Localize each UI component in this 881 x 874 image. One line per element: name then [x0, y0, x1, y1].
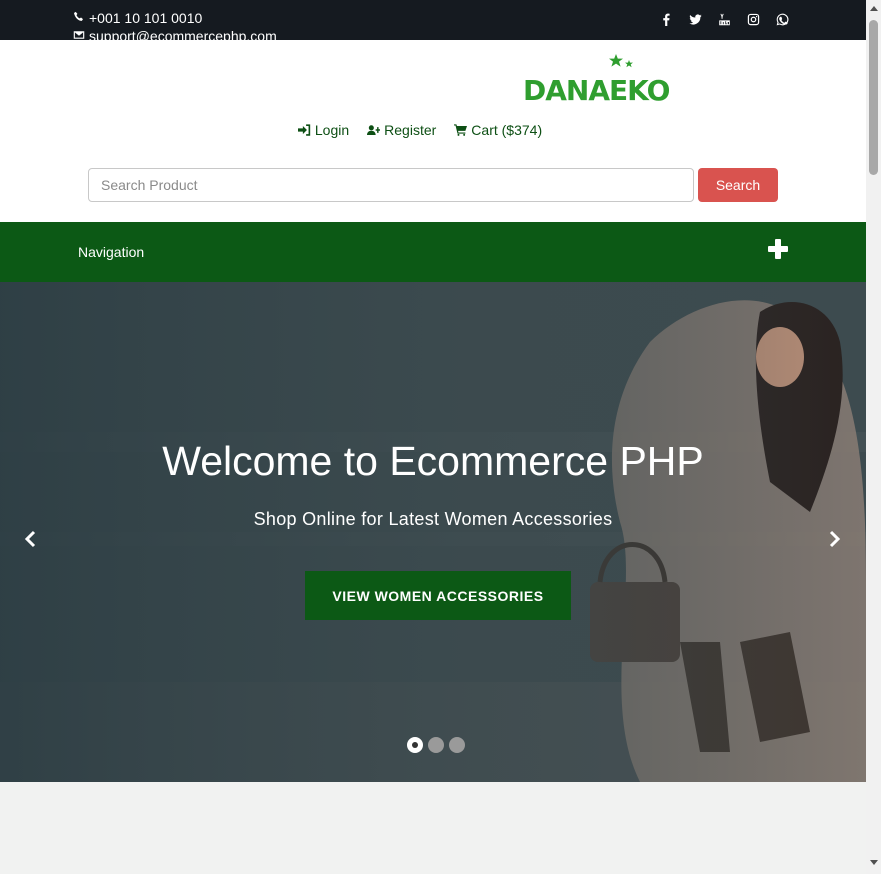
carousel-prev-arrow-icon[interactable] — [24, 530, 38, 548]
search-input[interactable] — [88, 168, 694, 202]
logo-small-star-icon — [625, 60, 633, 68]
twitter-icon[interactable] — [689, 12, 702, 26]
email-address[interactable]: support@ecommercephp.com — [89, 27, 277, 40]
cart-link[interactable]: Cart ($374) — [454, 122, 542, 138]
carousel-dot-3[interactable] — [449, 737, 465, 753]
site-header: DANAEKO Login Register Cart ($374) Searc… — [0, 40, 866, 222]
login-link[interactable]: Login — [297, 122, 350, 138]
account-links: Login Register Cart ($374) — [0, 122, 866, 138]
top-bar: +001 10 101 0010 support@ecommercephp.co… — [0, 0, 866, 40]
carousel-next-arrow-icon[interactable] — [827, 530, 841, 548]
youtube-icon[interactable] — [718, 12, 731, 26]
email-row: support@ecommercephp.com — [73, 27, 277, 40]
register-link[interactable]: Register — [367, 122, 436, 138]
login-label: Login — [314, 122, 350, 138]
logo-star-icon — [609, 54, 623, 67]
phone-row: +001 10 101 0010 — [73, 9, 277, 27]
scroll-up-arrow-icon[interactable] — [870, 6, 878, 11]
scroll-down-arrow-icon[interactable] — [870, 860, 878, 865]
envelope-icon — [73, 27, 85, 40]
whatsapp-icon[interactable] — [776, 12, 789, 26]
hero-title: Welcome to Ecommerce PHP — [162, 438, 704, 484]
page-scrollbar[interactable] — [866, 0, 881, 874]
scroll-thumb[interactable] — [869, 20, 878, 175]
cart-icon — [454, 124, 468, 136]
navigation-bar: Navigation — [0, 222, 866, 282]
carousel-dot-2[interactable] — [428, 737, 444, 753]
hero-carousel: Welcome to Ecommerce PHP Shop Online for… — [0, 282, 866, 782]
carousel-dot-1[interactable] — [407, 737, 423, 753]
view-women-accessories-button[interactable]: VIEW WOMEN ACCESSORIES — [305, 571, 571, 620]
user-plus-icon — [367, 125, 381, 136]
phone-icon — [73, 9, 85, 27]
hero-background-image — [0, 282, 866, 782]
search-form: Search — [88, 168, 778, 202]
sign-in-icon — [297, 124, 311, 136]
social-links — [660, 12, 789, 26]
search-button[interactable]: Search — [698, 168, 778, 202]
plus-icon[interactable] — [768, 239, 788, 259]
register-label: Register — [384, 122, 437, 138]
carousel-indicators — [407, 737, 465, 753]
site-logo[interactable]: DANAEKO — [523, 54, 705, 108]
hero-subtitle: Shop Online for Latest Women Accessories — [253, 509, 613, 529]
instagram-icon[interactable] — [747, 12, 760, 26]
cart-label: Cart ($374) — [471, 122, 543, 138]
navigation-label[interactable]: Navigation — [78, 244, 144, 260]
logo-wordmark: DANAEKO — [523, 74, 670, 107]
phone-number[interactable]: +001 10 101 0010 — [89, 9, 202, 27]
facebook-icon[interactable] — [660, 12, 673, 26]
contact-info: +001 10 101 0010 support@ecommercephp.co… — [73, 9, 277, 40]
